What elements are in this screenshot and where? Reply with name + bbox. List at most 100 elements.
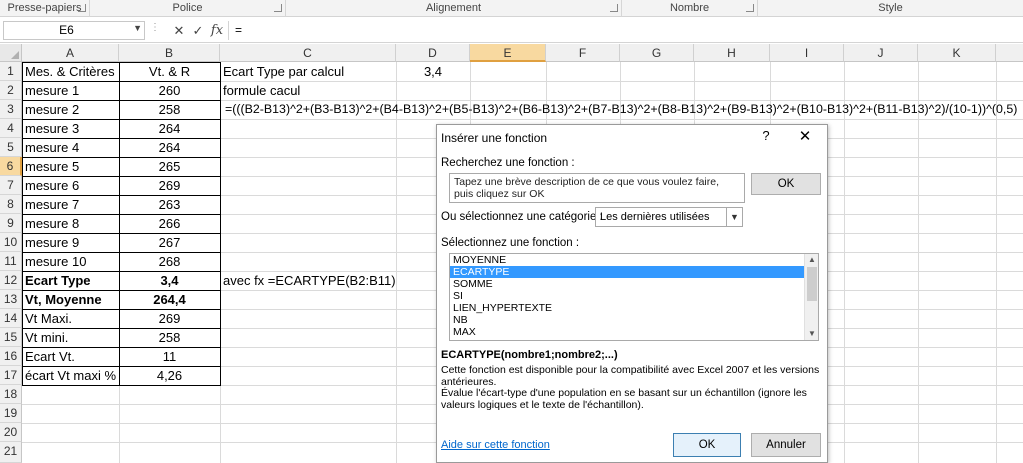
row-header-4[interactable]: 4 [0,119,22,138]
category-select[interactable]: Les dernières utilisées ▼ [595,207,743,227]
row-header-21[interactable]: 21 [0,442,22,463]
cell-b10[interactable]: 267 [119,233,220,252]
chevron-down-icon[interactable]: ▼ [133,23,142,33]
function-list-item[interactable]: MAX [450,326,806,338]
cell-b17[interactable]: 4,26 [119,366,220,385]
row-header-16[interactable]: 16 [0,347,22,366]
column-header-b[interactable]: B [119,44,220,62]
scroll-up-icon[interactable]: ▲ [805,254,818,266]
cell-a1[interactable]: Mes. & Critères [22,62,119,81]
formula-input[interactable]: = [228,21,1021,40]
function-list-item[interactable]: SOMME [450,278,806,290]
cell-a15[interactable]: Vt mini. [22,328,119,347]
cell-a6[interactable]: mesure 5 [22,157,119,176]
row-header-15[interactable]: 15 [0,328,22,347]
cell-b5[interactable]: 264 [119,138,220,157]
cell-a10[interactable]: mesure 9 [22,233,119,252]
cell-d1[interactable]: 3,4 [396,62,470,81]
cell-a5[interactable]: mesure 4 [22,138,119,157]
row-header-13[interactable]: 13 [0,290,22,309]
row-header-17[interactable]: 17 [0,366,22,385]
row-header-6[interactable]: 6 [0,157,22,176]
scroll-down-icon[interactable]: ▼ [805,328,818,340]
cell-a17[interactable]: écart Vt maxi % [22,366,119,385]
row-header-2[interactable]: 2 [0,81,22,100]
function-list-item[interactable]: NB [450,314,806,326]
row-header-9[interactable]: 9 [0,214,22,233]
row-header-1[interactable]: 1 [0,62,22,81]
cell-b1[interactable]: Vt. & R [119,62,220,81]
row-header-10[interactable]: 10 [0,233,22,252]
row-header-8[interactable]: 8 [0,195,22,214]
function-list-scrollbar[interactable]: ▲ ▼ [804,254,818,340]
dialog-launcher-icon[interactable] [78,4,86,12]
function-help-link[interactable]: Aide sur cette fonction [441,439,550,451]
function-list-item[interactable]: LIEN_HYPERTEXTE [450,302,806,314]
cell-c3[interactable]: =(((B2-B13)^2+(B3-B13)^2+(B4-B13)^2+(B5-… [222,100,1022,119]
function-list-item[interactable]: MOYENNE [450,254,806,266]
function-list-item[interactable]: SI [450,290,806,302]
help-icon[interactable]: ? [759,128,773,143]
cell-b3[interactable]: 258 [119,100,220,119]
dialog-launcher-icon[interactable] [746,4,754,12]
row-header-11[interactable]: 11 [0,252,22,271]
cell-b2[interactable]: 260 [119,81,220,100]
search-ok-button[interactable]: OK [751,173,821,195]
row-header-18[interactable]: 18 [0,385,22,404]
scroll-thumb[interactable] [807,267,817,301]
column-header-j[interactable]: J [844,44,918,62]
cell-a13[interactable]: Vt, Moyenne [22,290,119,309]
function-list[interactable]: MOYENNE ECARTYPE SOMME SI LIEN_HYPERTEXT… [449,253,819,341]
cell-a3[interactable]: mesure 2 [22,100,119,119]
cell-a8[interactable]: mesure 7 [22,195,119,214]
search-function-input[interactable]: Tapez une brève description de ce que vo… [449,173,745,203]
column-header-k[interactable]: K [918,44,996,62]
cell-b12[interactable]: 3,4 [119,271,220,290]
cell-a14[interactable]: Vt Maxi. [22,309,119,328]
cell-a4[interactable]: mesure 3 [22,119,119,138]
column-header-a[interactable]: A [22,44,119,62]
cell-b9[interactable]: 266 [119,214,220,233]
cell-b14[interactable]: 269 [119,309,220,328]
cell-b16[interactable]: 11 [119,347,220,366]
chevron-down-icon[interactable]: ▼ [726,208,742,226]
ok-button[interactable]: OK [673,433,741,457]
row-header-19[interactable]: 19 [0,404,22,423]
row-header-5[interactable]: 5 [0,138,22,157]
column-header-i[interactable]: I [770,44,844,62]
cell-a7[interactable]: mesure 6 [22,176,119,195]
row-header-14[interactable]: 14 [0,309,22,328]
select-all-corner[interactable] [0,44,22,62]
dialog-launcher-icon[interactable] [274,4,282,12]
cell-b8[interactable]: 263 [119,195,220,214]
dialog-launcher-icon[interactable] [610,4,618,12]
row-header-12[interactable]: 12 [0,271,22,290]
cell-c1[interactable]: Ecart Type par calcul [220,62,396,81]
cancel-button[interactable]: Annuler [751,433,821,457]
cell-b15[interactable]: 258 [119,328,220,347]
cell-c12[interactable]: avec fx =ECARTYPE(B2:B11) [220,271,420,290]
column-header-c[interactable]: C [220,44,396,62]
row-header-20[interactable]: 20 [0,423,22,442]
row-header-7[interactable]: 7 [0,176,22,195]
cell-b4[interactable]: 264 [119,119,220,138]
cell-c2[interactable]: formule cacul [220,81,396,100]
enter-icon[interactable]: ✓ [189,21,207,40]
cell-a2[interactable]: mesure 1 [22,81,119,100]
column-header-h[interactable]: H [694,44,770,62]
cell-a16[interactable]: Ecart Vt. [22,347,119,366]
insert-function-icon[interactable]: fx [208,21,226,40]
cell-b11[interactable]: 268 [119,252,220,271]
cell-a11[interactable]: mesure 10 [22,252,119,271]
column-header-f[interactable]: F [546,44,620,62]
cell-a9[interactable]: mesure 8 [22,214,119,233]
row-header-3[interactable]: 3 [0,100,22,119]
cell-a12[interactable]: Ecart Type [22,271,119,290]
cell-b7[interactable]: 269 [119,176,220,195]
cell-b13[interactable]: 264,4 [119,290,220,309]
column-header-e[interactable]: E [470,44,546,62]
cancel-icon[interactable]: ✕ [170,21,188,40]
close-icon[interactable]: ✕ [797,127,813,145]
name-box[interactable]: E6 ▼ [3,21,145,40]
column-header-d[interactable]: D [396,44,470,62]
